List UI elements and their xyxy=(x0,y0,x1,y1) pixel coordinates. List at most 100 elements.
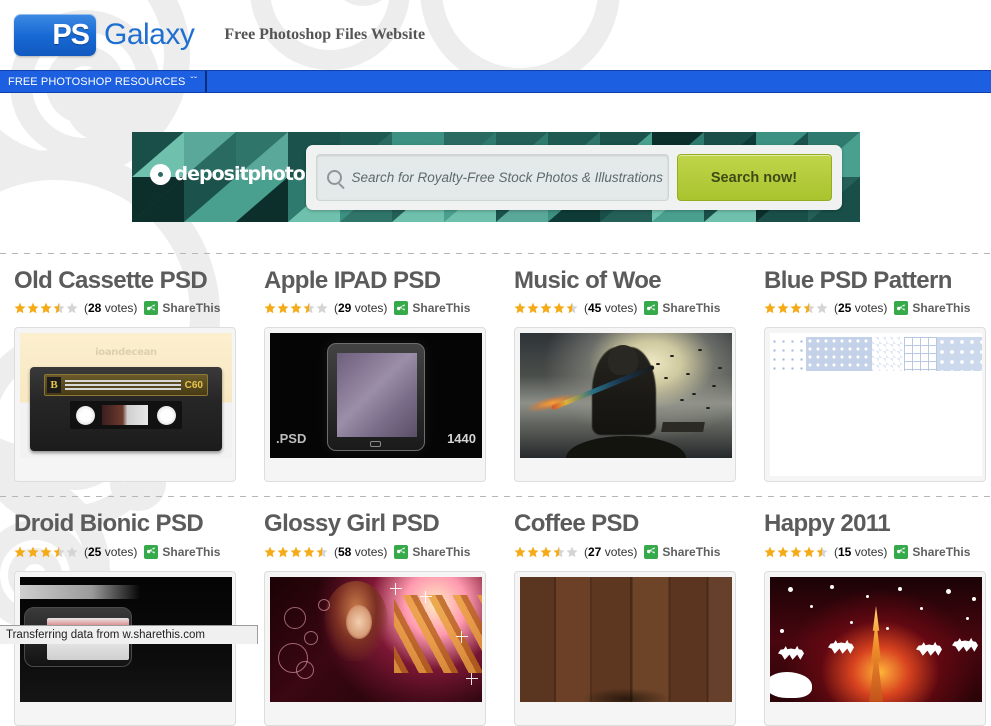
sharethis-icon[interactable] xyxy=(644,301,659,316)
search-now-button[interactable]: Search now! xyxy=(676,154,832,201)
star-icon[interactable] xyxy=(514,302,526,314)
status-bar-text: Transferring data from w.sharethis.com xyxy=(6,629,205,641)
sharethis-icon[interactable] xyxy=(394,301,409,316)
star-icon[interactable] xyxy=(527,302,539,314)
star-icon[interactable] xyxy=(790,302,802,314)
star-icon[interactable] xyxy=(764,302,776,314)
star-icon[interactable] xyxy=(277,546,289,558)
sharethis-label[interactable]: ShareThis xyxy=(662,301,720,315)
star-icon[interactable] xyxy=(66,546,78,558)
rating-stars[interactable] xyxy=(764,302,829,314)
chevron-down-icon: ˇˇ xyxy=(190,75,198,87)
item-title[interactable]: Blue PSD Pattern xyxy=(764,267,986,294)
star-icon[interactable] xyxy=(803,546,815,558)
item-thumbnail[interactable] xyxy=(514,570,736,726)
item-title[interactable]: Happy 2011 xyxy=(764,510,986,537)
sharethis-icon[interactable] xyxy=(644,544,659,559)
star-icon[interactable] xyxy=(566,302,578,314)
item-title[interactable]: Coffee PSD xyxy=(514,510,736,537)
sharethis-label[interactable]: ShareThis xyxy=(912,545,970,559)
star-icon[interactable] xyxy=(316,302,328,314)
banner-search-input[interactable]: Search for Royalty-Free Stock Photos & I… xyxy=(315,154,669,201)
sharethis-icon[interactable] xyxy=(894,301,909,316)
star-icon[interactable] xyxy=(290,302,302,314)
item-meta: (27 votes) ShareThis xyxy=(514,543,736,561)
sharethis-label[interactable]: ShareThis xyxy=(912,301,970,315)
rating-stars[interactable] xyxy=(264,302,329,314)
item-thumbnail[interactable] xyxy=(14,570,236,726)
item-title[interactable]: Apple IPAD PSD xyxy=(264,267,486,294)
star-icon[interactable] xyxy=(553,302,565,314)
item-thumbnail[interactable]: ioandecean B C60 xyxy=(14,327,236,483)
sharethis-label[interactable]: ShareThis xyxy=(662,545,720,559)
star-icon[interactable] xyxy=(553,546,565,558)
ipad-home-button xyxy=(370,441,381,448)
item-title[interactable]: Old Cassette PSD xyxy=(14,267,236,294)
star-icon[interactable] xyxy=(53,546,65,558)
star-icon[interactable] xyxy=(540,302,552,314)
star-icon[interactable] xyxy=(277,302,289,314)
rating-stars[interactable] xyxy=(14,546,79,558)
star-icon[interactable] xyxy=(527,546,539,558)
star-icon[interactable] xyxy=(66,302,78,314)
item-title[interactable]: Droid Bionic PSD xyxy=(14,510,236,537)
thumbnail-image xyxy=(770,333,982,477)
star-icon[interactable] xyxy=(264,546,276,558)
site-tagline: Free Photoshop Files Website xyxy=(224,26,426,43)
star-icon[interactable] xyxy=(290,546,302,558)
star-icon[interactable] xyxy=(14,546,26,558)
item-thumbnail[interactable] xyxy=(764,327,986,483)
item-thumbnail[interactable]: .PSD 1440 xyxy=(264,327,486,483)
nav-item-free-photoshop-resources[interactable]: FREE PHOTOSHOP RESOURCES ˇˇ xyxy=(0,71,208,92)
rating-stars[interactable] xyxy=(14,302,79,314)
star-icon[interactable] xyxy=(764,546,776,558)
star-icon[interactable] xyxy=(53,302,65,314)
star-icon[interactable] xyxy=(303,302,315,314)
star-icon[interactable] xyxy=(40,546,52,558)
rating-stars[interactable] xyxy=(514,302,579,314)
star-icon[interactable] xyxy=(803,302,815,314)
content-divider xyxy=(0,496,991,498)
pattern-swatch xyxy=(937,337,982,372)
star-icon[interactable] xyxy=(303,546,315,558)
star-icon[interactable] xyxy=(27,546,39,558)
rating-stars[interactable] xyxy=(264,546,329,558)
star-icon[interactable] xyxy=(514,546,526,558)
cassette-reel-left xyxy=(76,406,95,426)
star-icon[interactable] xyxy=(777,302,789,314)
ipad-screen xyxy=(337,353,417,438)
item-title[interactable]: Music of Woe xyxy=(514,267,736,294)
site-logo[interactable]: PS Galaxy xyxy=(14,14,195,56)
sharethis-label[interactable]: ShareThis xyxy=(162,545,220,559)
item-title[interactable]: Glossy Girl PSD xyxy=(264,510,486,537)
thumbnail-image: ioandecean B C60 xyxy=(20,333,232,459)
sparkle-icon xyxy=(390,582,402,595)
star-icon[interactable] xyxy=(777,546,789,558)
item-thumbnail[interactable] xyxy=(514,327,736,483)
rating-stars[interactable] xyxy=(514,546,579,558)
sharethis-label[interactable]: ShareThis xyxy=(412,545,470,559)
sharethis-label[interactable]: ShareThis xyxy=(162,301,220,315)
vote-count: (45 votes) xyxy=(584,301,638,316)
sharethis-icon[interactable] xyxy=(144,301,159,316)
depositphotos-banner[interactable]: depositphotos Search for Royalty-Free St… xyxy=(131,132,860,222)
cassette-window xyxy=(70,401,182,430)
rating-stars[interactable] xyxy=(764,546,829,558)
sharethis-icon[interactable] xyxy=(144,544,159,559)
star-icon[interactable] xyxy=(566,546,578,558)
star-icon[interactable] xyxy=(816,302,828,314)
ipad-psd-label: .PSD xyxy=(276,431,307,447)
star-icon[interactable] xyxy=(316,546,328,558)
star-icon[interactable] xyxy=(540,546,552,558)
star-icon[interactable] xyxy=(40,302,52,314)
star-icon[interactable] xyxy=(264,302,276,314)
star-icon[interactable] xyxy=(27,302,39,314)
sharethis-icon[interactable] xyxy=(894,544,909,559)
sharethis-icon[interactable] xyxy=(394,544,409,559)
item-thumbnail[interactable] xyxy=(264,570,486,726)
star-icon[interactable] xyxy=(14,302,26,314)
star-icon[interactable] xyxy=(790,546,802,558)
item-thumbnail[interactable] xyxy=(764,570,986,726)
sharethis-label[interactable]: ShareThis xyxy=(412,301,470,315)
star-icon[interactable] xyxy=(816,546,828,558)
